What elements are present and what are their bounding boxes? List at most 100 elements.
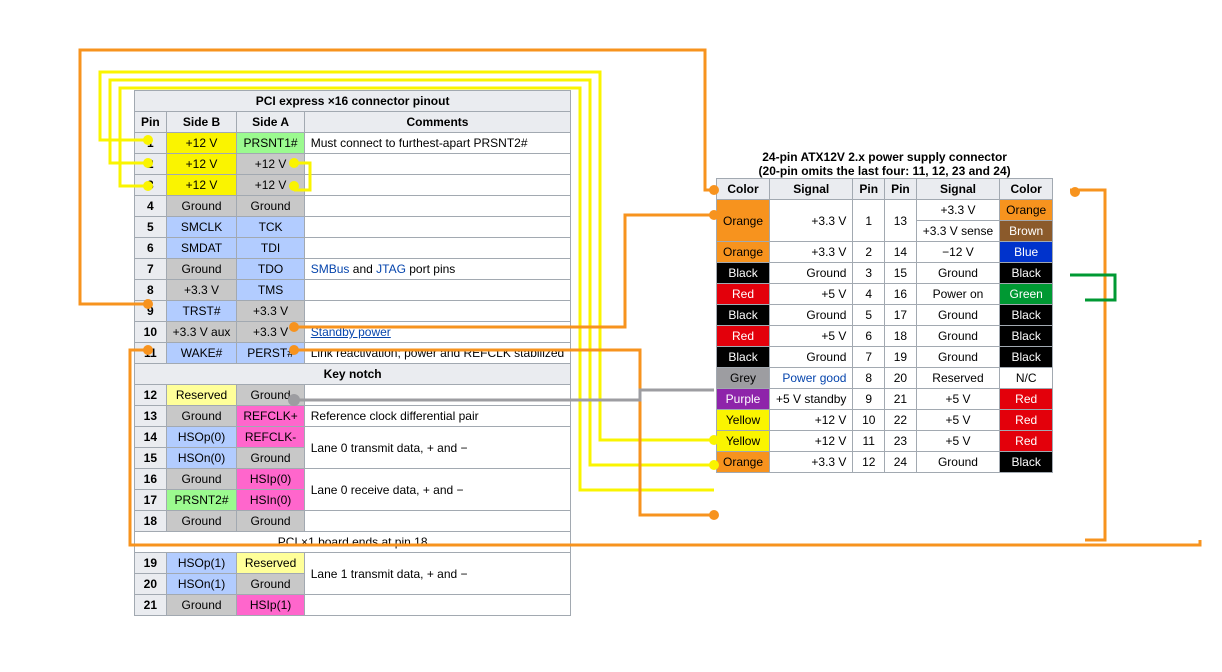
pci-comment: SMBus and JTAG port pins	[304, 259, 570, 280]
pci-side-b: Ground	[166, 406, 237, 427]
atx-signal-left: +5 V	[770, 326, 853, 347]
atx-pin-left: 12	[853, 452, 885, 473]
atx-header: Signal	[770, 179, 853, 200]
pci-pin-number: 15	[135, 448, 167, 469]
atx-color-right: Red	[1000, 410, 1053, 431]
atx-pin-left: 3	[853, 263, 885, 284]
pci-side-b: HSOn(1)	[166, 574, 237, 595]
pci-pin-number: 16	[135, 469, 167, 490]
atx-color-right: N/C	[1000, 368, 1053, 389]
pci-pin-number: 17	[135, 490, 167, 511]
pci-side-a: +12 V	[237, 154, 304, 175]
atx-pin-left: 6	[853, 326, 885, 347]
atx-pin-right: 13	[885, 200, 917, 242]
pci-side-a: Reserved	[237, 553, 304, 574]
pci-side-a: HSIn(0)	[237, 490, 304, 511]
pci-pin-number: 5	[135, 217, 167, 238]
atx-header: Color	[717, 179, 770, 200]
pci-pin-number: 8	[135, 280, 167, 301]
pci-side-b: +12 V	[166, 175, 237, 196]
link[interactable]: Standby power	[311, 325, 391, 339]
atx-color-right: Black	[1000, 347, 1053, 368]
pci-comment: Standby power	[304, 322, 570, 343]
atx-header: Pin	[853, 179, 885, 200]
atx-pin-right: 14	[885, 242, 917, 263]
atx-title: 24-pin ATX12V 2.x power supply connector	[762, 150, 1007, 164]
atx-signal-left: +5 V standby	[770, 389, 853, 410]
atx-color-right: Orange	[1000, 200, 1053, 221]
atx-pin-right: 24	[885, 452, 917, 473]
pci-side-a: REFCLK-	[237, 427, 304, 448]
pci-side-b: Ground	[166, 595, 237, 616]
atx-pin-left: 2	[853, 242, 885, 263]
pci-comment	[304, 154, 570, 175]
pci-side-a: TCK	[237, 217, 304, 238]
link[interactable]: Power good	[782, 371, 846, 385]
pci-comment: Must connect to furthest-apart PRSNT2#	[304, 133, 570, 154]
pci-comment	[304, 301, 570, 322]
atx-signal-right: Power on	[916, 284, 999, 305]
pci-express-pinout-table: PCI express ×16 connector pinoutPinSide …	[134, 90, 571, 616]
pci-side-b: Reserved	[166, 385, 237, 406]
atx-color-left: Red	[717, 284, 770, 305]
atx-pin-left: 9	[853, 389, 885, 410]
atx-color-left: Yellow	[717, 431, 770, 452]
atx-signal-left: Ground	[770, 347, 853, 368]
atx-color-left: Orange	[717, 452, 770, 473]
pci-pin-number: 12	[135, 385, 167, 406]
pci-side-b: Ground	[166, 259, 237, 280]
atx-pin-right: 19	[885, 347, 917, 368]
pci-side-a: REFCLK+	[237, 406, 304, 427]
atx-signal-right: Ground	[916, 452, 999, 473]
pci-end-18: PCI ×1 board ends at pin 18	[135, 532, 571, 553]
atx-color-right: Red	[1000, 389, 1053, 410]
atx-signal-left: Power good	[770, 368, 853, 389]
atx-signal-left: +12 V	[770, 431, 853, 452]
pci-pin-number: 10	[135, 322, 167, 343]
atx-color-left: Black	[717, 305, 770, 326]
atx-color-left: Black	[717, 347, 770, 368]
atx-pin-right: 17	[885, 305, 917, 326]
atx-header: Color	[1000, 179, 1053, 200]
link[interactable]: JTAG	[376, 262, 406, 276]
pci-pin-number: 9	[135, 301, 167, 322]
atx-signal-right: Ground	[916, 263, 999, 284]
pci-comment: Lane 0 transmit data, + and −	[304, 427, 570, 469]
pci-side-b: HSOp(1)	[166, 553, 237, 574]
atx-pin-left: 1	[853, 200, 885, 242]
atx-color-right: Black	[1000, 326, 1053, 347]
pci-comment: Lane 1 transmit data, + and −	[304, 553, 570, 595]
atx-pin-right: 22	[885, 410, 917, 431]
pci-pin-number: 21	[135, 595, 167, 616]
pci-side-b: SMCLK	[166, 217, 237, 238]
pci-side-a: +3.3 V	[237, 322, 304, 343]
atx-signal-left: +3.3 V	[770, 452, 853, 473]
pci-comment	[304, 238, 570, 259]
atx-color-left: Red	[717, 326, 770, 347]
atx-signal-left: Ground	[770, 263, 853, 284]
pci-side-a: HSIp(0)	[237, 469, 304, 490]
atx-header: Signal	[916, 179, 999, 200]
atx-pin-left: 5	[853, 305, 885, 326]
atx-signal-right: +5 V	[916, 410, 999, 431]
pci-side-b: HSOn(0)	[166, 448, 237, 469]
pci-title: PCI express ×16 connector pinout	[135, 91, 571, 112]
atx-color-left: Grey	[717, 368, 770, 389]
pci-side-b: +3.3 V	[166, 280, 237, 301]
pci-side-b: TRST#	[166, 301, 237, 322]
link[interactable]: SMBus	[311, 262, 350, 276]
pci-pin-number: 11	[135, 343, 167, 364]
atx-signal-right: Ground	[916, 347, 999, 368]
pci-pin-number: 19	[135, 553, 167, 574]
pci-side-b: +12 V	[166, 133, 237, 154]
pci-comment	[304, 175, 570, 196]
atx-signal-left: +12 V	[770, 410, 853, 431]
pci-comment: Link reactivation; power and REFCLK stab…	[304, 343, 570, 364]
pci-side-a: PERST#	[237, 343, 304, 364]
pci-side-a: TMS	[237, 280, 304, 301]
atx-color-left: Purple	[717, 389, 770, 410]
atx-color-right: Black	[1000, 305, 1053, 326]
pci-pin-number: 2	[135, 154, 167, 175]
pci-side-a: Ground	[237, 511, 304, 532]
pci-side-b: Ground	[166, 196, 237, 217]
